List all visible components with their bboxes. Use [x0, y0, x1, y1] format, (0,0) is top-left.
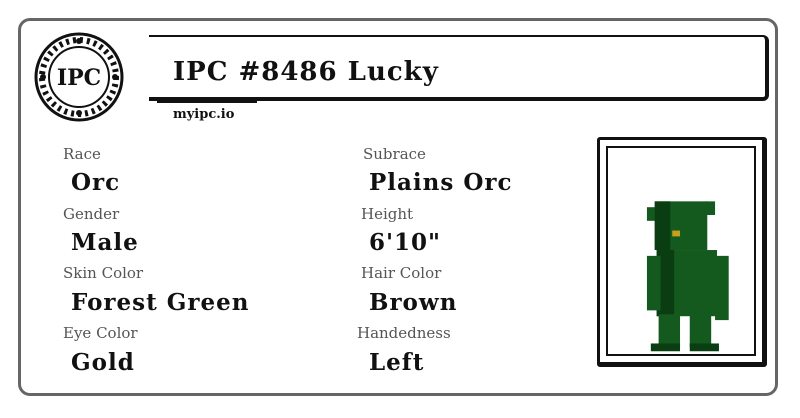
handedness-value: Left — [369, 349, 425, 376]
orc-arm-left — [646, 255, 661, 311]
subrace-value: Plains Orc — [369, 169, 513, 196]
eye-color-label: Eye Color — [63, 324, 138, 342]
height-label: Height — [361, 205, 414, 223]
orc-eye — [672, 230, 681, 237]
hair-color-label: Hair Color — [361, 264, 442, 282]
page-title: IPC #8486 Lucky — [173, 57, 439, 87]
logo-text: IPC — [57, 65, 101, 91]
orc-leg-left — [658, 314, 681, 348]
race-value: Orc — [71, 169, 121, 196]
ipc-card: IPC IPC #8486 Lucky myipc.io Race Orc Ge… — [18, 18, 778, 396]
height-value: 6'10" — [369, 229, 442, 256]
gender-label: Gender — [63, 205, 120, 223]
orc-head-shade — [654, 201, 671, 251]
race-label: Race — [63, 145, 101, 163]
eye-color-value: Gold — [71, 349, 135, 376]
skin-color-label: Skin Color — [63, 264, 144, 282]
orc-leg-right — [689, 314, 712, 348]
subrace-label: Subrace — [363, 145, 426, 163]
orc-foot-left — [650, 343, 681, 352]
orc-portrait — [646, 201, 729, 352]
orc-arm-right — [715, 255, 729, 321]
portrait-frame — [597, 137, 767, 367]
handedness-label: Handedness — [357, 324, 451, 342]
hair-color-value: Brown — [369, 289, 458, 316]
orc-foot-right — [689, 343, 719, 352]
site-underline — [157, 101, 257, 103]
ipc-seal-icon: IPC — [33, 31, 125, 123]
gender-value: Male — [71, 229, 139, 256]
skin-color-value: Forest Green — [71, 289, 250, 316]
portrait-panel — [606, 146, 756, 356]
site-link[interactable]: myipc.io — [173, 107, 234, 122]
